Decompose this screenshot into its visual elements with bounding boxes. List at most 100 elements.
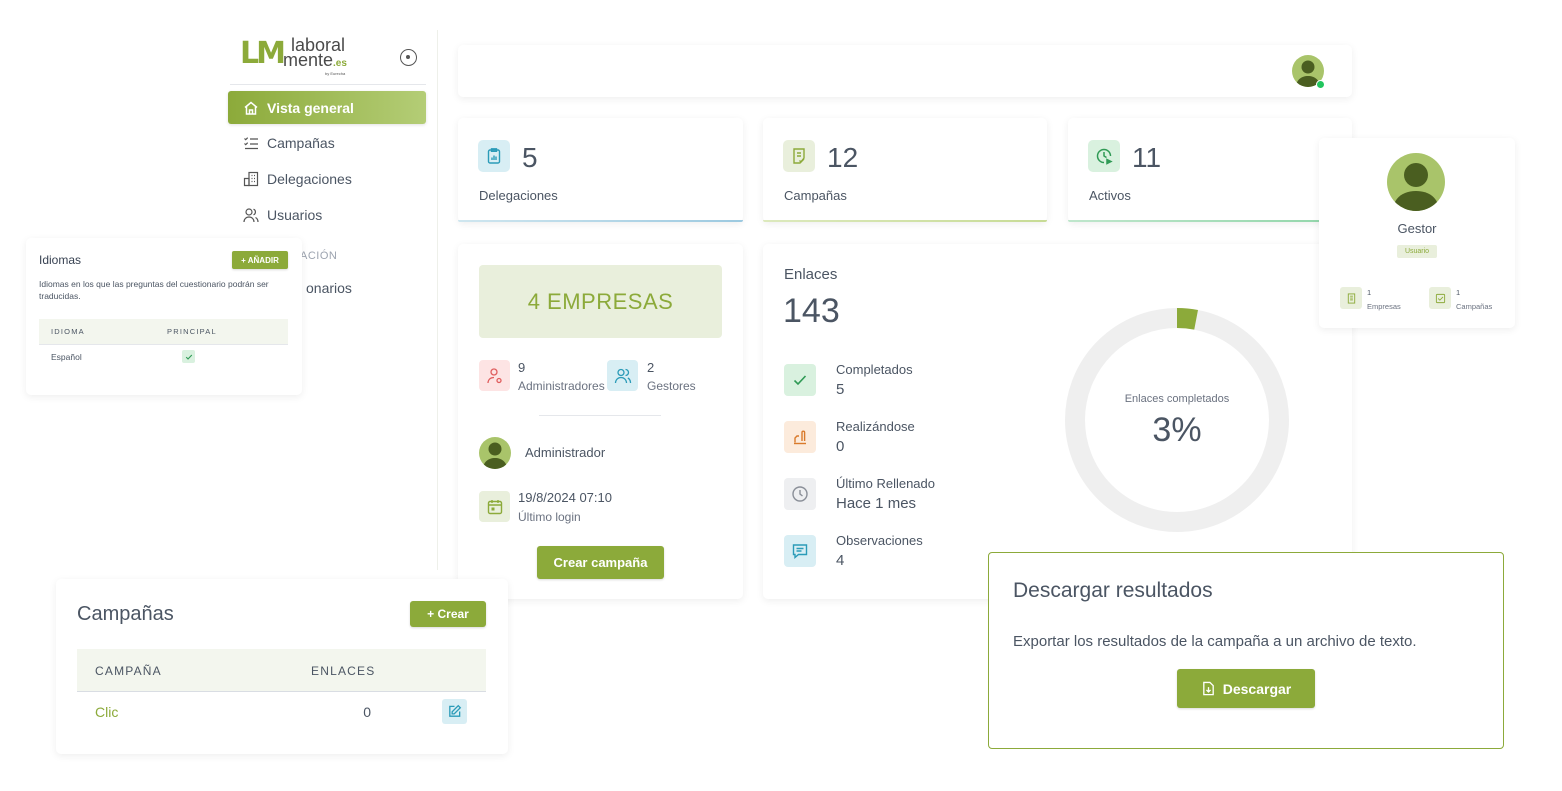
languages-title: Idiomas — [39, 253, 82, 267]
last-login-date: 19/8/2024 07:10 — [518, 490, 612, 505]
stat-label: Delegaciones — [479, 188, 558, 203]
campaigns-table-header: CAMPAÑA ENLACES — [77, 649, 486, 692]
managers-label: Gestores — [647, 379, 696, 393]
column-header: IDIOMA — [51, 327, 85, 336]
create-button[interactable]: + Crear — [410, 601, 486, 627]
profile-name: Gestor — [1397, 221, 1437, 236]
companies-banner[interactable]: 4 EMPRESAS — [479, 265, 722, 338]
stat-accent-line — [763, 220, 1047, 222]
primary-check-icon[interactable] — [182, 350, 195, 363]
last-login-label: Último login — [518, 510, 581, 524]
create-campaign-button[interactable]: Crear campaña — [537, 546, 664, 579]
checkbox-icon — [1429, 287, 1451, 309]
links-card: Enlaces 143 Completados 5 Realizándose 0… — [763, 244, 1352, 599]
campaign-links-count: 0 — [363, 704, 371, 720]
sidebar-item-label: Usuarios — [267, 206, 323, 223]
users-icon — [607, 360, 638, 391]
sidebar-item-vista-general[interactable]: Vista general — [228, 91, 426, 124]
stat-label: Activos — [1089, 188, 1131, 203]
file-download-icon — [1202, 681, 1214, 696]
links-title: Enlaces — [784, 266, 838, 283]
campaigns-card: Campañas + Crear CAMPAÑA ENLACES Clic 0 — [56, 579, 508, 754]
languages-description: Idiomas en los que las preguntas del cue… — [39, 279, 269, 301]
building-icon — [1340, 287, 1362, 309]
sidebar-divider — [230, 84, 426, 85]
document-check-icon — [783, 140, 815, 172]
sidebar-item-label: Delegaciones — [267, 170, 352, 187]
managers-count: 2 — [647, 360, 655, 375]
download-button[interactable]: Descargar — [1177, 669, 1315, 708]
stat-card-delegaciones[interactable]: 5 Delegaciones — [458, 118, 743, 222]
writing-hand-icon — [784, 421, 816, 453]
row-value: 4 — [836, 552, 845, 569]
languages-table-header: IDIOMA PRINCIPAL — [39, 319, 288, 345]
sidebar-item-label: Vista general — [267, 99, 354, 116]
row-value: 5 — [836, 381, 845, 398]
admins-label: Administradores — [518, 379, 605, 393]
campaign-name-link[interactable]: Clic — [95, 704, 118, 720]
row-label: Observaciones — [836, 533, 923, 548]
collapse-sidebar-icon[interactable] — [400, 49, 417, 66]
logo-mark: LM — [240, 36, 286, 71]
admin-user-icon — [479, 360, 510, 391]
edit-icon[interactable] — [442, 699, 467, 724]
profile-stat-label: Campañas — [1456, 302, 1493, 311]
row-label: Último Rellenado — [836, 476, 935, 491]
column-header: ENLACES — [311, 664, 376, 678]
sidebar-item-cuestionarios[interactable]: onarios — [306, 280, 352, 296]
row-value: 0 — [836, 438, 845, 455]
add-language-button[interactable]: + AÑADIR — [232, 251, 288, 269]
links-total: 143 — [783, 292, 840, 330]
profile-stat-value: 1 — [1456, 288, 1461, 297]
home-icon — [244, 101, 258, 115]
download-description: Exportar los resultados de la campaña a … — [1013, 633, 1417, 650]
stat-value: 11 — [1132, 142, 1162, 173]
admins-count: 9 — [518, 360, 526, 375]
sidebar-item-delegaciones[interactable]: Delegaciones — [228, 162, 426, 195]
stat-card-campanas[interactable]: 12 Campañas — [763, 118, 1047, 222]
sidebar-item-campanas[interactable]: Campañas — [228, 126, 426, 159]
stat-accent-line — [458, 220, 743, 222]
row-value: Hace 1 mes — [836, 495, 917, 512]
calendar-icon — [479, 491, 510, 522]
building-icon — [243, 171, 259, 186]
profile-stat-label: Empresas — [1367, 302, 1401, 311]
profile-avatar — [1387, 153, 1445, 211]
sidebar-item-usuarios[interactable]: Usuarios — [228, 198, 426, 231]
row-label: Realizándose — [836, 419, 915, 434]
brand-logo[interactable]: LM laboral mente.es by Eurecha — [240, 36, 347, 77]
logo-line2: mente — [282, 50, 334, 70]
clipboard-chart-icon — [478, 140, 510, 172]
logo-by: by Eurecha — [324, 71, 346, 76]
column-header: CAMPAÑA — [95, 664, 162, 678]
language-name: Español — [51, 352, 82, 362]
checklist-icon — [244, 136, 258, 149]
stat-value: 5 — [522, 142, 538, 173]
download-results-card: Descargar resultados Exportar los result… — [988, 552, 1504, 749]
campaigns-title: Campañas — [77, 603, 174, 625]
stat-card-activos[interactable]: 11 Activos — [1068, 118, 1352, 222]
sidebar-section-label: ACIÓN — [300, 250, 338, 262]
admin-avatar — [479, 437, 511, 469]
clock-play-icon — [1088, 140, 1120, 172]
donut-label: Enlaces completados — [1124, 393, 1230, 405]
stat-label: Campañas — [784, 188, 847, 203]
profile-card: Gestor Usuario 1 Empresas 1 Campañas — [1319, 138, 1515, 328]
profile-stat-value: 1 — [1367, 288, 1372, 297]
donut-value: 3% — [1152, 411, 1202, 449]
row-label: Completados — [836, 362, 913, 377]
avatar-person-icon — [1393, 163, 1439, 211]
languages-card: Idiomas + AÑADIR Idiomas en los que las … — [26, 238, 302, 395]
sidebar-item-label: Campañas — [267, 134, 335, 151]
stat-value: 12 — [827, 142, 859, 173]
stat-accent-line — [1068, 220, 1352, 222]
chat-icon — [784, 535, 816, 567]
top-bar — [458, 45, 1352, 97]
online-status-dot — [1316, 80, 1325, 89]
role-label: Administrador — [525, 445, 606, 460]
logo-tld: .es — [333, 58, 347, 69]
clock-icon — [784, 478, 816, 510]
users-icon — [243, 207, 259, 222]
download-title: Descargar resultados — [1013, 579, 1213, 602]
avatar-person-icon — [483, 442, 507, 469]
